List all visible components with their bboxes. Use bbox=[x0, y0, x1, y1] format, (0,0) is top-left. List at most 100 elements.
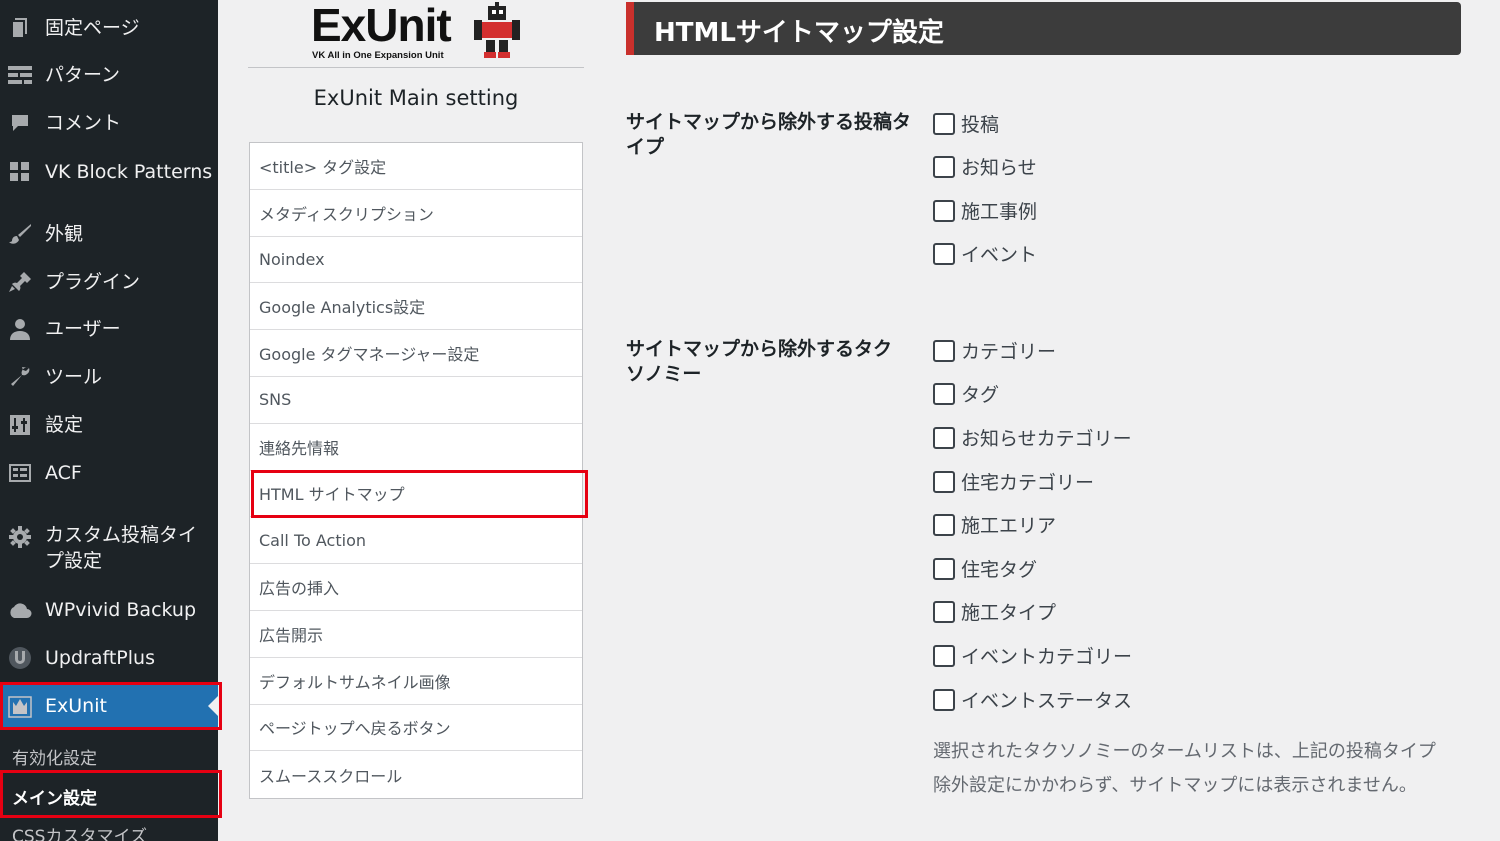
checkbox-box[interactable] bbox=[933, 199, 955, 222]
checkbox-works-area[interactable]: 施工エリア bbox=[933, 511, 1056, 538]
nav-item-html-sitemap[interactable]: HTML サイトマップ bbox=[250, 471, 582, 518]
checkbox-news-category[interactable]: お知らせカテゴリー bbox=[933, 424, 1132, 451]
nav-item-sns[interactable]: SNS bbox=[250, 377, 582, 424]
sidebar-item-label: カスタム投稿タイプ設定 bbox=[45, 524, 198, 572]
checkbox-label: 住宅カテゴリー bbox=[961, 472, 1095, 494]
nav-item-title-tag[interactable]: <title> タグ設定 bbox=[250, 143, 582, 190]
sidebar-item-settings[interactable]: 設定 bbox=[0, 411, 218, 439]
submenu-item-main-settings[interactable]: メイン設定 bbox=[0, 784, 218, 809]
nav-item-page-top-button[interactable]: ページトップへ戻るボタン bbox=[250, 705, 582, 752]
section-title: HTMLサイトマップ設定 bbox=[654, 18, 944, 48]
sidebar-item-label: ACF bbox=[45, 462, 82, 484]
checkbox-box[interactable] bbox=[933, 557, 955, 580]
checkbox-tag[interactable]: タグ bbox=[933, 380, 999, 407]
settings-nav-list: <title> タグ設定 メタディスクリプション Noindex Google … bbox=[249, 142, 583, 800]
sidebar-item-label: 固定ページ bbox=[45, 17, 140, 39]
sidebar-item-label: UpdraftPlus bbox=[45, 647, 155, 669]
checkbox-house-tag[interactable]: 住宅タグ bbox=[933, 555, 1037, 582]
checkbox-label: お知らせカテゴリー bbox=[961, 428, 1132, 450]
checkbox-label: お知らせ bbox=[961, 157, 1037, 179]
nav-item-google-analytics[interactable]: Google Analytics設定 bbox=[250, 283, 582, 331]
checkbox-box[interactable] bbox=[933, 112, 955, 135]
sidebar-item-exunit[interactable]: ExUnit bbox=[0, 684, 218, 728]
sidebar-item-label: 外観 bbox=[45, 223, 84, 245]
checkbox-label: 投稿 bbox=[961, 114, 1000, 136]
checkbox-event[interactable]: イベント bbox=[933, 240, 1037, 267]
sidebar-item-acf[interactable]: ACF bbox=[0, 459, 218, 487]
checkbox-label: イベント bbox=[961, 244, 1038, 266]
checkbox-label: 施工タイプ bbox=[961, 602, 1057, 624]
sidebar-item-label: WPvivid Backup bbox=[45, 599, 197, 621]
submenu-item-css-customize[interactable]: CSSカスタマイズ bbox=[0, 822, 218, 841]
sidebar-item-updraftplus[interactable]: UpdraftPlus bbox=[0, 644, 218, 672]
sidebar-item-plugins[interactable]: プラグイン bbox=[0, 268, 218, 296]
sidebar-item-appearance[interactable]: 外観 bbox=[0, 220, 218, 248]
checkbox-works[interactable]: 施工事例 bbox=[933, 197, 1037, 224]
exunit-logo: ExUnit VK All in One Expansion Unit bbox=[248, 0, 584, 68]
grid-icon bbox=[8, 160, 32, 184]
checkbox-label: 住宅タグ bbox=[961, 559, 1038, 581]
sidebar-item-label: ExUnit bbox=[45, 695, 107, 717]
checkbox-box[interactable] bbox=[933, 426, 955, 449]
checkbox-box[interactable] bbox=[933, 688, 955, 711]
nav-item-google-tag-manager[interactable]: Google タグマネージャー設定 bbox=[250, 330, 582, 377]
section-header: HTMLサイトマップ設定 bbox=[626, 2, 1461, 55]
checkbox-event-category[interactable]: イベントカテゴリー bbox=[933, 642, 1132, 669]
sidebar-item-comments[interactable]: コメント bbox=[0, 109, 218, 137]
sidebar-item-patterns[interactable]: パターン bbox=[0, 61, 218, 89]
sidebar-item-custom-post-type[interactable]: カスタム投稿タイプ設定 bbox=[0, 522, 218, 576]
sidebar-item-label: ツール bbox=[45, 366, 103, 388]
cloud-icon bbox=[8, 598, 32, 622]
robot-mascot-icon bbox=[474, 2, 520, 58]
sidebar-item-wpvivid[interactable]: WPvivid Backup bbox=[0, 596, 218, 624]
checkbox-label: 施工エリア bbox=[961, 515, 1057, 537]
checkbox-category[interactable]: カテゴリー bbox=[933, 337, 1056, 364]
gear-icon bbox=[8, 525, 32, 549]
nav-item-smooth-scroll[interactable]: スムーススクロール bbox=[250, 751, 582, 798]
logo-subtext: VK All in One Expansion Unit bbox=[312, 50, 444, 61]
checkbox-event-status[interactable]: イベントステータス bbox=[933, 686, 1132, 713]
checkbox-post[interactable]: 投稿 bbox=[933, 110, 999, 137]
pattern-icon bbox=[8, 63, 32, 87]
nav-item-ad-disclosure[interactable]: 広告開示 bbox=[250, 611, 582, 658]
nav-item-noindex[interactable]: Noindex bbox=[250, 237, 582, 284]
nav-item-meta-description[interactable]: メタディスクリプション bbox=[250, 190, 582, 237]
checkbox-works-type[interactable]: 施工タイプ bbox=[933, 598, 1056, 625]
checkbox-label: タグ bbox=[961, 384, 1000, 406]
checkbox-box[interactable] bbox=[933, 339, 955, 362]
sidebar-item-vk-block-patterns[interactable]: VK Block Patterns bbox=[0, 158, 218, 186]
checkbox-box[interactable] bbox=[933, 155, 955, 178]
updraft-icon bbox=[8, 646, 32, 670]
comment-icon bbox=[8, 111, 32, 135]
plugin-icon bbox=[8, 270, 32, 294]
checkbox-label: イベントカテゴリー bbox=[961, 646, 1133, 668]
sidebar-item-label: コメント bbox=[45, 112, 122, 134]
nav-item-default-thumbnail[interactable]: デフォルトサムネイル画像 bbox=[250, 658, 582, 705]
settings-icon bbox=[8, 413, 32, 437]
submenu-item-activation[interactable]: 有効化設定 bbox=[0, 744, 218, 769]
checkbox-box[interactable] bbox=[933, 600, 955, 623]
nav-item-call-to-action[interactable]: Call To Action bbox=[250, 517, 582, 565]
user-icon bbox=[8, 317, 32, 341]
checkbox-news[interactable]: お知らせ bbox=[933, 153, 1037, 180]
checkbox-house-category[interactable]: 住宅カテゴリー bbox=[933, 468, 1094, 495]
sidebar-item-label: 設定 bbox=[45, 414, 84, 436]
page-title: ExUnit Main setting bbox=[313, 86, 519, 110]
checkbox-box[interactable] bbox=[933, 513, 955, 536]
checkbox-box[interactable] bbox=[933, 644, 955, 667]
checkbox-label: 施工事例 bbox=[961, 201, 1038, 223]
wrench-icon bbox=[8, 365, 32, 389]
checkbox-box[interactable] bbox=[933, 382, 955, 405]
nav-item-contact-info[interactable]: 連絡先情報 bbox=[250, 424, 582, 471]
exclude-post-types-label: サイトマップから除外する投稿タイプ bbox=[626, 111, 912, 158]
sidebar-item-tools[interactable]: ツール bbox=[0, 363, 218, 391]
nav-item-ad-insert[interactable]: 広告の挿入 bbox=[250, 564, 582, 611]
page-icon bbox=[8, 16, 32, 40]
acf-icon bbox=[8, 461, 32, 485]
sidebar-item-pages[interactable]: 固定ページ bbox=[0, 14, 218, 42]
checkbox-label: イベントステータス bbox=[961, 690, 1133, 712]
checkbox-box[interactable] bbox=[933, 242, 955, 265]
checkbox-box[interactable] bbox=[933, 470, 955, 493]
sidebar-item-users[interactable]: ユーザー bbox=[0, 315, 218, 343]
admin-sidebar: 固定ページ パターン コメント VK Block Patterns 外観 プラグ… bbox=[0, 0, 218, 841]
